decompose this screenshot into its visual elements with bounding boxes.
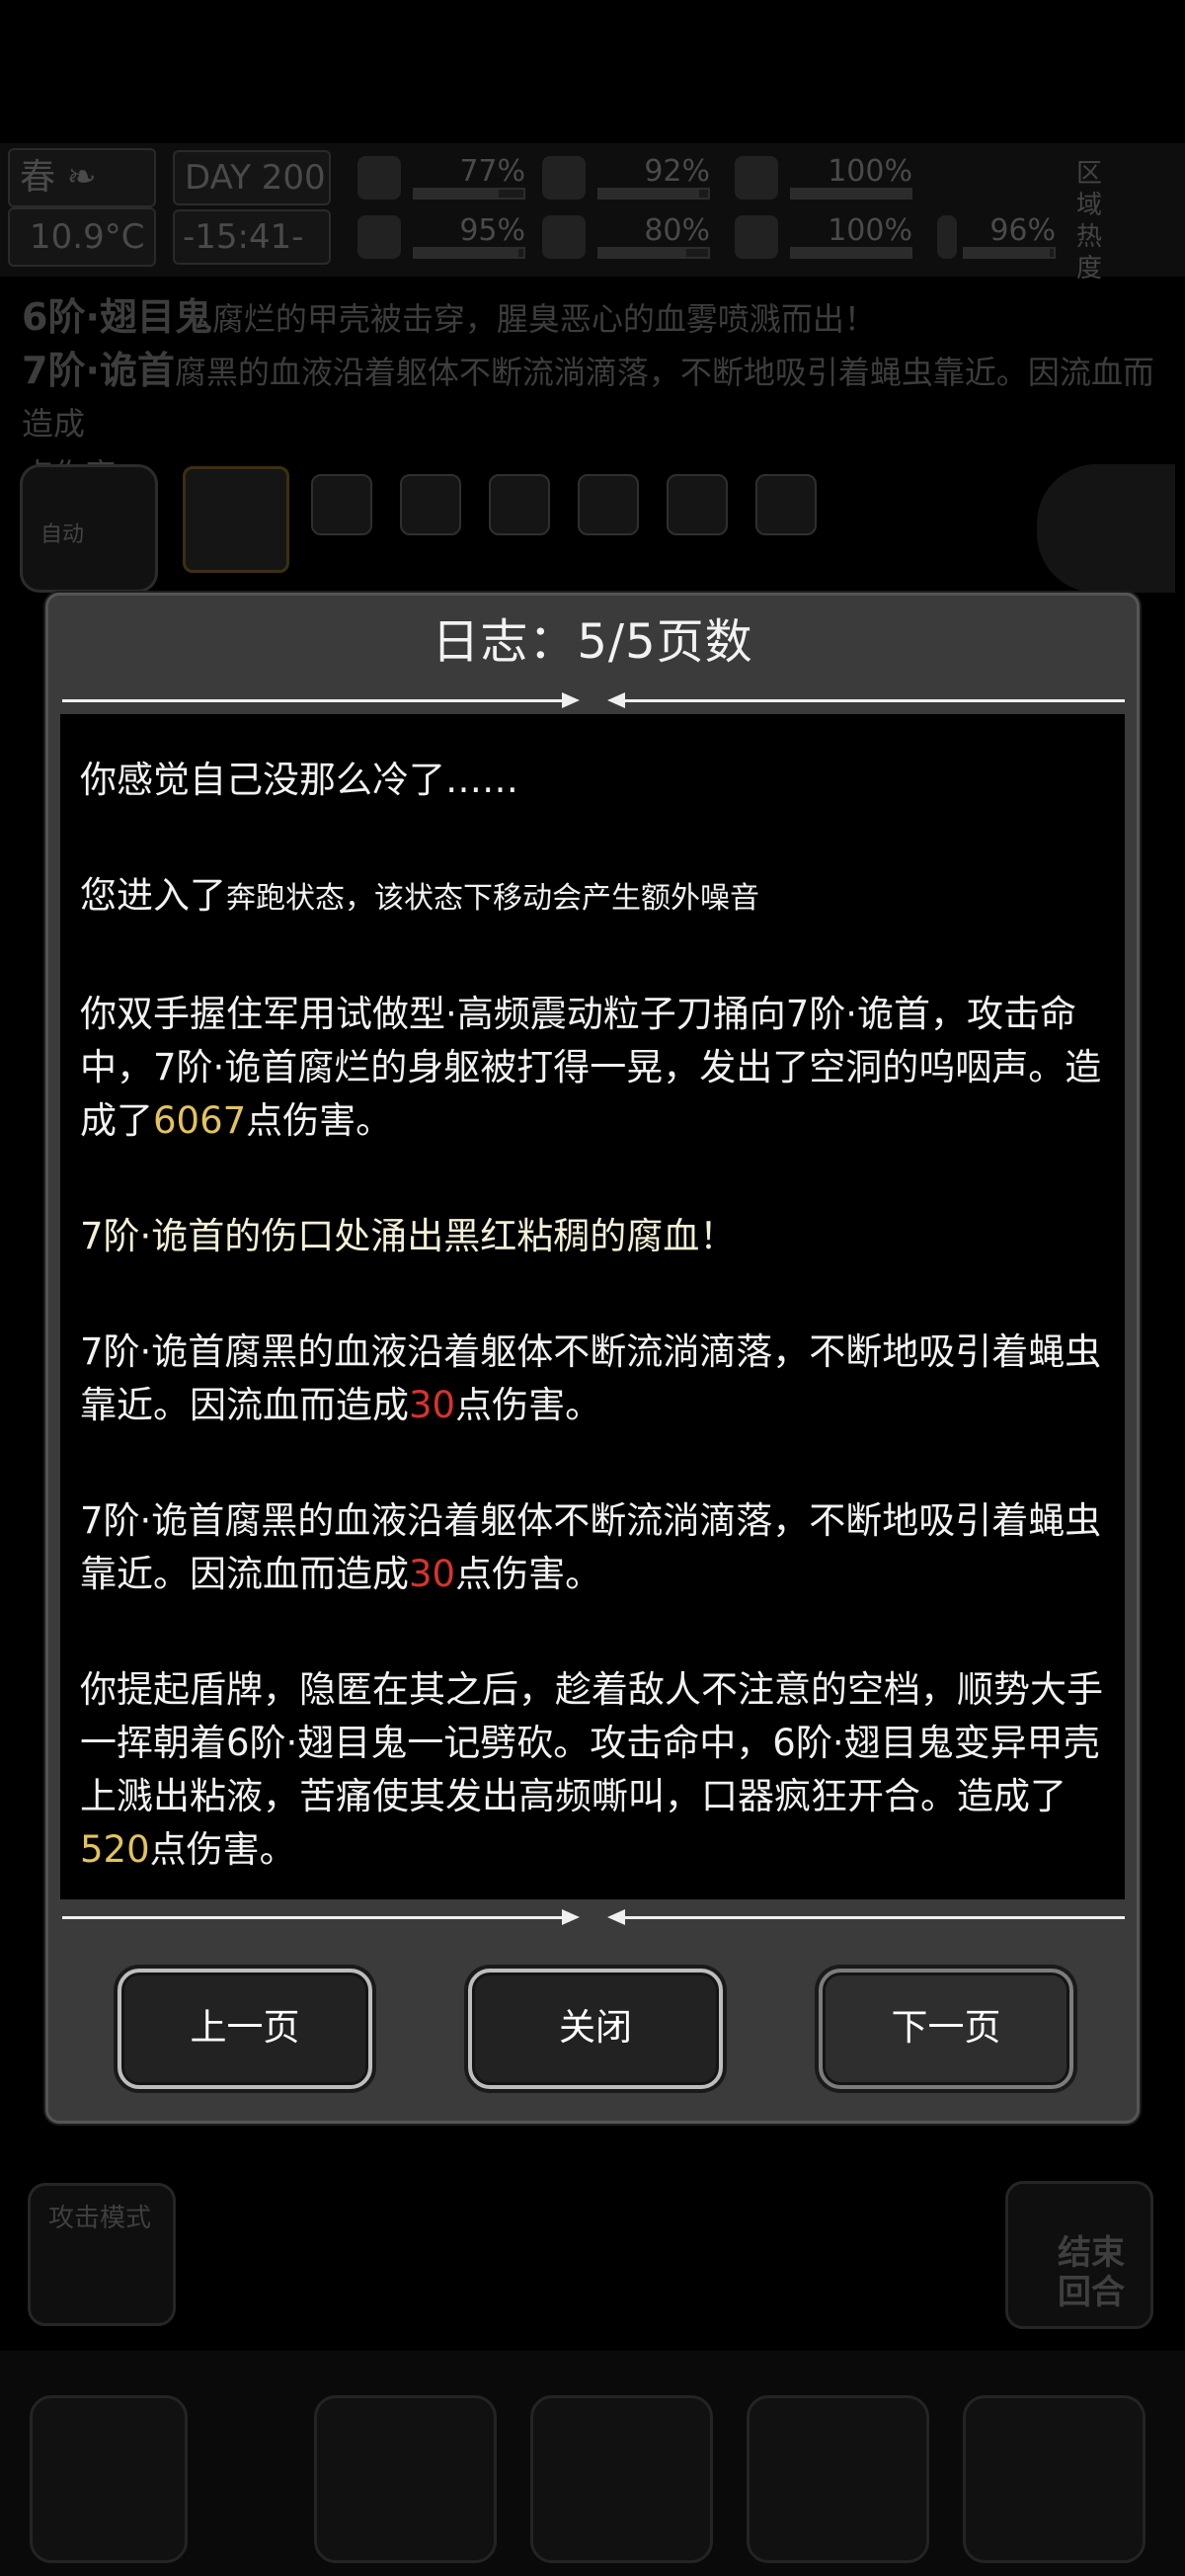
bg-log-text-2: 腐黑的血液沿着躯体不断流淌滴落，不断地吸引着蝇虫靠近。因流血而造成 xyxy=(22,354,1154,443)
brain-skill-icon[interactable] xyxy=(530,2395,713,2563)
damage-value: 520 xyxy=(80,1828,150,1871)
medkit-icon xyxy=(357,156,401,200)
log-text: 你感觉自己没那么冷了…… xyxy=(80,759,518,801)
auto-battle-label: 自动 xyxy=(40,523,85,547)
water-meter: 80% xyxy=(538,209,716,265)
enemy-portrait[interactable] xyxy=(755,474,817,535)
attack-mode-button[interactable]: 攻击模式 xyxy=(28,2183,176,2326)
end-turn-label: 结束回合 xyxy=(1058,2233,1125,2312)
leaf-icon: ❧ xyxy=(66,157,97,198)
region-heat-label: 区域热度 xyxy=(1076,159,1103,283)
water-drop-icon xyxy=(542,215,586,259)
sanity-percent: 95% xyxy=(459,213,525,248)
stamina-meter: 96% xyxy=(933,209,1062,265)
health-meter: 77% xyxy=(354,150,531,205)
temperature-readout: 10.9°C xyxy=(8,207,156,267)
log-text: 您进入了 xyxy=(80,874,226,917)
enemy-portrait[interactable] xyxy=(311,474,372,535)
bg-log-text-1: 腐烂的甲壳被击穿，腥臭恶心的血雾喷溅而出！ xyxy=(211,300,876,338)
thirst-meter: 100% xyxy=(731,150,918,205)
canteen-icon xyxy=(735,156,778,200)
enemy-portrait[interactable] xyxy=(400,474,461,535)
log-text: 你提起盾牌，隐匿在其之后，趁着敌人不注意的空档，顺势大手一挥朝着6阶·翅目鬼一记… xyxy=(80,1668,1103,1817)
enemy-portrait-selected[interactable] xyxy=(183,466,289,573)
top-divider xyxy=(62,690,1125,710)
day-number: 200 xyxy=(261,158,326,198)
log-entry: 7阶·诡首腐黑的血液沿着躯体不断流淌滴落，不断地吸引着蝇虫靠近。因流血而造成30… xyxy=(80,1326,1107,1432)
log-text: 点伤害。 xyxy=(246,1099,393,1142)
stamina-icon xyxy=(937,215,957,259)
log-entry: 7阶·诡首的伤口处涌出黑红粘稠的腐血！ xyxy=(80,1210,1107,1263)
enemy-portrait[interactable] xyxy=(578,474,639,535)
log-text: 奔跑状态，该状态下移动会产生额外噪音 xyxy=(226,881,759,916)
health-percent: 77% xyxy=(459,154,525,189)
day-label: DAY xyxy=(185,158,251,198)
season-label: 春 xyxy=(20,157,56,198)
log-panel[interactable]: 你感觉自己没那么冷了…… 您进入了奔跑状态，该状态下移动会产生额外噪音你双手握住军… xyxy=(60,714,1125,1899)
next-target-arrow-icon[interactable] xyxy=(1037,464,1175,593)
heart-icon xyxy=(735,215,778,259)
sanity-meter: 95% xyxy=(354,209,531,265)
damage-value: 30 xyxy=(409,1553,456,1595)
weapon-knife-icon[interactable] xyxy=(30,2395,188,2563)
season-indicator: 春 ❧ xyxy=(8,148,156,207)
mood-percent: 100% xyxy=(828,213,912,248)
end-turn-button[interactable]: 结束回合 xyxy=(1005,2181,1153,2329)
log-text: 点伤害。 xyxy=(149,1828,296,1871)
bottom-dock xyxy=(0,2351,1185,2576)
mood-meter: 100% xyxy=(731,209,918,265)
bg-log-enemy-2: 7阶·诡首 xyxy=(22,349,175,392)
attack-mode-label: 攻击模式 xyxy=(48,2204,152,2233)
damage-value: 6067 xyxy=(153,1099,247,1142)
log-entry: 你双手握住军用试做型·高频震动粒子刀捅向7阶·诡首，攻击命中，7阶·诡首腐烂的身… xyxy=(80,988,1107,1148)
log-entries: 你感觉自己没那么冷了…… 您进入了奔跑状态，该状态下移动会产生额外噪音你双手握住军… xyxy=(80,754,1107,1899)
hunger-percent: 92% xyxy=(644,154,710,189)
log-entry: 你提起盾牌，隐匿在其之后，趁着敌人不注意的空档，顺势大手一挥朝着6阶·翅目鬼一记… xyxy=(80,1663,1107,1877)
log-dialog: 日志：5/5页数 你感觉自己没那么冷了…… 您进入了奔跑状态，该状态下移动会产生额… xyxy=(45,593,1140,2124)
log-text: 点伤害。 xyxy=(455,1384,602,1426)
log-entry: 您进入了奔跑状态，该状态下移动会产生额外噪音 xyxy=(80,869,1107,926)
close-button[interactable]: 关闭 xyxy=(468,1969,723,2089)
day-counter: DAY 200 xyxy=(173,150,331,205)
damage-value: 30 xyxy=(409,1384,456,1426)
log-entry: 你感觉自己没那么冷了…… xyxy=(80,754,1107,807)
journal-icon[interactable] xyxy=(747,2395,929,2563)
combatant-row: 自动 xyxy=(20,464,1175,593)
bg-log-enemy-1: 6阶·翅目鬼 xyxy=(22,295,212,339)
bottom-divider xyxy=(62,1907,1125,1927)
auto-battle-button[interactable]: 自动 xyxy=(20,464,158,593)
hunger-meter: 92% xyxy=(538,150,716,205)
log-entry: 7阶·诡首腐黑的血液沿着躯体不断流淌滴落，不断地吸引着蝇虫靠近。因流血而造成30… xyxy=(80,1494,1107,1601)
game-clock: -15:41- xyxy=(173,209,331,265)
previous-page-button[interactable]: 上一页 xyxy=(118,1969,372,2089)
stomach-icon xyxy=(542,156,586,200)
brain-icon xyxy=(357,215,401,259)
log-text: 点伤害。 xyxy=(455,1553,602,1595)
enemy-portrait[interactable] xyxy=(667,474,728,535)
menu-list-icon[interactable] xyxy=(963,2395,1146,2563)
dialog-title: 日志：5/5页数 xyxy=(432,614,753,670)
backpack-icon[interactable] xyxy=(314,2395,497,2563)
water-percent: 80% xyxy=(644,213,710,248)
next-page-button[interactable]: 下一页 xyxy=(819,1969,1073,2089)
log-text: 7阶·诡首的伤口处涌出黑红粘稠的腐血！ xyxy=(80,1215,737,1257)
enemy-portrait[interactable] xyxy=(489,474,550,535)
stamina-percent: 96% xyxy=(989,213,1056,248)
thirst-percent: 100% xyxy=(828,154,912,189)
